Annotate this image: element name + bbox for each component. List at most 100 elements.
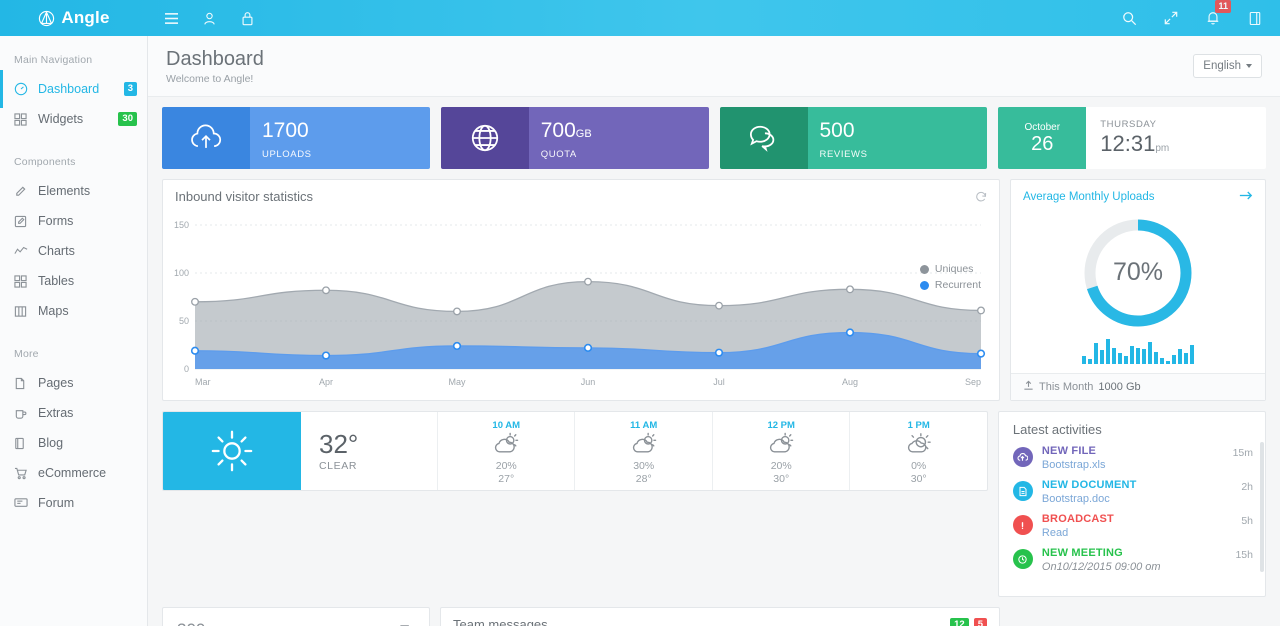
document-icon — [1012, 481, 1033, 501]
mini-bar — [1148, 341, 1152, 364]
speedometer-icon — [14, 82, 34, 96]
svg-text:150: 150 — [174, 220, 189, 230]
sidebar-item-dashboard[interactable]: Dashboard 3 — [0, 70, 147, 108]
mini-bar — [1130, 346, 1134, 364]
svg-text:May: May — [448, 377, 466, 387]
sidebar-label-tables: Tables — [38, 274, 75, 288]
uploads-donut: 70% — [1079, 214, 1197, 332]
lock-icon[interactable] — [238, 9, 256, 27]
offsidebar-icon[interactable] — [1246, 9, 1264, 27]
sidebar-item-widgets[interactable]: Widgets 30 — [0, 104, 147, 134]
sparkline-value: 300 — [177, 620, 415, 626]
sparkline-card: 300 — [162, 607, 430, 626]
mini-bar — [1160, 357, 1164, 364]
sidebar-item-pages[interactable]: Pages — [0, 368, 147, 398]
language-label: English — [1203, 60, 1241, 72]
page-header: Dashboard Welcome to Angle! English — [148, 36, 1280, 97]
sidebar-item-charts[interactable]: Charts — [0, 236, 147, 266]
weather-current-temp: 32° — [319, 429, 359, 459]
activity-time: 5h — [1241, 515, 1253, 527]
sidebar-item-forms[interactable]: Forms — [0, 206, 147, 236]
activity-item[interactable]: BROADCAST Read 5h — [999, 509, 1265, 543]
stat-card-reviews[interactable]: 500 REVIEWS — [719, 107, 988, 169]
mini-bar — [1094, 343, 1098, 364]
fullscreen-icon[interactable] — [1162, 9, 1180, 27]
activity-time: 15h — [1235, 549, 1253, 561]
visitor-statistics-panel: Inbound visitor statistics 0 50 100 150 Mar A… — [162, 179, 1000, 401]
menu-icon[interactable] — [162, 9, 180, 27]
mini-bar — [1184, 353, 1188, 364]
svg-text:Apr: Apr — [319, 377, 333, 387]
messages-header: Team messages 12 5 — [441, 608, 999, 626]
stat-card-quota[interactable]: 700GB QUOTA — [440, 107, 709, 169]
activity-desc[interactable]: Bootstrap.xls — [1042, 459, 1233, 471]
cart-icon — [14, 467, 34, 480]
activity-time: 15m — [1232, 447, 1253, 459]
cloud-upload-icon — [1012, 447, 1033, 467]
activity-desc[interactable]: Bootstrap.doc — [1042, 493, 1241, 505]
user-icon[interactable] — [200, 9, 218, 27]
search-icon[interactable] — [1120, 9, 1138, 27]
weather-current: 32° CLEAR — [301, 412, 437, 490]
legend-label-uniques: Uniques — [934, 263, 974, 275]
weather-hour-precip-0: 20% — [495, 460, 517, 472]
activity-item[interactable]: NEW DOCUMENT Bootstrap.doc 2h — [999, 475, 1265, 509]
sidebar-heading-more: More — [14, 348, 39, 360]
mini-bar — [1178, 349, 1182, 364]
sidebar-item-tables[interactable]: Tables — [0, 266, 147, 296]
bell-icon[interactable]: 11 — [1204, 0, 1231, 27]
activity-item[interactable]: NEW MEETING On10/12/2015 09:00 om 15h — [999, 543, 1265, 577]
stat-card-uploads[interactable]: 1700 UPLOADS — [162, 107, 430, 169]
activity-title: NEW FILE — [1041, 445, 1097, 457]
svg-text:Aug: Aug — [842, 377, 858, 387]
arrow-right-icon[interactable] — [1239, 190, 1253, 204]
activity-time: 2h — [1241, 481, 1253, 493]
mini-bar — [1100, 350, 1104, 364]
sidebar-item-blog[interactable]: Blog — [0, 428, 147, 458]
screen-icon — [14, 497, 34, 509]
sidebar-item-forum[interactable]: Forum — [0, 488, 147, 518]
activity-item[interactable]: NEW FILE Bootstrap.xls 15m — [999, 441, 1265, 475]
sidebar-label-widgets: Widgets — [38, 112, 84, 126]
legend-item-recurrent[interactable]: Recurrent — [919, 279, 981, 291]
grid-icon — [14, 112, 34, 126]
sidebar-item-maps[interactable]: Maps — [0, 296, 147, 326]
book-icon — [14, 437, 34, 450]
activities-scrollbar[interactable] — [1260, 442, 1264, 572]
activity-title: BROADCAST — [1041, 513, 1114, 525]
sidebar-badge-dashboard: 3 — [123, 82, 137, 96]
sidebar-label-forum: Forum — [38, 496, 75, 510]
sidebar-label-forms: Forms — [38, 214, 74, 228]
stat-label-uploads: UPLOADS — [262, 149, 312, 160]
stat-unit-quota: GB — [575, 128, 592, 140]
mini-bar — [1118, 353, 1122, 364]
sidebar-heading-components: Components — [14, 156, 76, 168]
weather-hour-time-2: 12 PM — [767, 420, 795, 431]
weather-hour-precip-2: 20% — [770, 460, 792, 472]
main-content: Dashboard Welcome to Angle! English 1700… — [148, 36, 1280, 626]
legend-item-uniques[interactable]: Uniques — [919, 263, 981, 275]
sidebar-item-extras[interactable]: Extras — [0, 398, 147, 428]
cup-icon — [14, 407, 34, 420]
sidebar-label-pages: Pages — [38, 376, 74, 390]
activity-title: NEW MEETING — [1041, 547, 1123, 559]
sidebar-item-elements[interactable]: Elements — [0, 176, 147, 206]
mini-bar — [1136, 347, 1140, 364]
weather-hour-time-1: 11 AM — [630, 420, 658, 431]
messages-title: Team messages — [453, 617, 548, 626]
visitor-area-chart: 0 50 100 150 Mar Apr May Jun Jul Aug Sep Uniques R… — [163, 213, 999, 393]
latest-activities-panel: Latest activities NEW FILE Bootstrap.xls… — [997, 411, 1266, 597]
cloud-sun-icon — [491, 432, 521, 459]
language-selector[interactable]: English — [1193, 54, 1262, 78]
sidebar-item-ecommerce[interactable]: eCommerce — [0, 458, 147, 488]
sun-icon — [163, 412, 301, 490]
brand-logo[interactable]: Angle — [0, 0, 148, 36]
mini-bar — [1124, 356, 1128, 364]
refresh-icon[interactable] — [975, 191, 987, 203]
activity-desc[interactable]: Read — [1042, 527, 1241, 539]
sidebar-heading-main: Main Navigation — [14, 54, 93, 66]
cloud-sun-icon — [629, 432, 659, 459]
uploads-mini-bars — [1082, 338, 1194, 364]
chart-title: Inbound visitor statistics — [175, 189, 314, 204]
chat-icon — [719, 107, 808, 169]
